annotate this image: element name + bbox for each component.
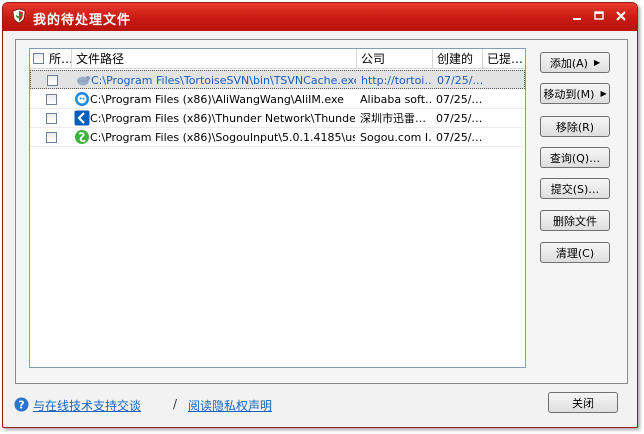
sogou-icon: [74, 129, 90, 145]
pending-files-window: 我的待处理文件 所… 文件路径 公司 创建的 已提… C:\Program Fi…: [2, 2, 638, 428]
created-date: 07/25/…: [436, 131, 482, 144]
help-icon[interactable]: ?: [14, 397, 29, 412]
aliwangwang-icon: [74, 91, 90, 107]
shield-icon: [11, 8, 27, 24]
title-bar[interactable]: 我的待处理文件: [3, 3, 637, 31]
clean-button[interactable]: 清理(C): [540, 242, 610, 263]
file-path: C:\Program Files (x86)\SogouInput\5.0.1.…: [90, 131, 355, 144]
submit-button[interactable]: 提交(S)…: [540, 178, 610, 199]
column-header-select[interactable]: 所…: [30, 49, 72, 69]
company: http://tortoi…: [361, 74, 433, 87]
move-to-button[interactable]: 移动到(M) ▶: [540, 83, 610, 104]
submitted: [486, 109, 525, 128]
submitted: [486, 90, 525, 109]
privacy-statement-link[interactable]: 阅读隐私权声明: [188, 397, 272, 414]
submitted: [486, 128, 525, 147]
arrow-right-icon: ▶: [600, 89, 607, 98]
created-date: 07/25/…: [436, 112, 482, 125]
column-header-created[interactable]: 创建的: [433, 49, 483, 69]
svg-text:?: ?: [18, 399, 24, 412]
file-path: C:\Program Files (x86)\Thunder Network\T…: [90, 112, 355, 125]
file-path: C:\Program Files\TortoiseSVN\bin\TSVNCac…: [91, 74, 356, 87]
table-row[interactable]: C:\Program Files (x86)\AliWangWang\AliIM…: [30, 90, 525, 109]
arrow-right-icon: ▶: [593, 58, 601, 67]
row-checkbox[interactable]: [46, 113, 57, 124]
maximize-icon[interactable]: [591, 9, 607, 23]
file-list[interactable]: 所… 文件路径 公司 创建的 已提… C:\Program Files\Tort…: [29, 48, 526, 368]
delete-file-button[interactable]: 删除文件: [540, 210, 610, 231]
close-icon[interactable]: [613, 9, 629, 23]
row-checkbox[interactable]: [46, 132, 57, 143]
table-row[interactable]: C:\Program Files (x86)\Thunder Network\T…: [30, 109, 525, 128]
window-title: 我的待处理文件: [33, 13, 132, 28]
list-header: 所… 文件路径 公司 创建的 已提…: [30, 49, 525, 69]
row-checkbox[interactable]: [47, 75, 58, 86]
company: 深圳市迅雷…: [360, 112, 426, 125]
footer-separator: /: [173, 397, 178, 411]
company: Alibaba soft…: [360, 93, 432, 106]
minimize-icon[interactable]: [569, 9, 585, 23]
created-date: 07/25/…: [436, 93, 482, 106]
thunder-icon: [74, 110, 90, 126]
column-header-path[interactable]: 文件路径: [72, 49, 357, 69]
remove-button[interactable]: 移除(R): [540, 116, 610, 137]
add-button[interactable]: 添加(A) ▶: [540, 52, 610, 73]
online-support-link[interactable]: 与在线技术支持交谈: [33, 397, 141, 414]
created-date: 07/25/…: [437, 74, 483, 87]
submitted: [487, 71, 525, 90]
close-button[interactable]: 关闭: [548, 392, 618, 413]
tortoise-svn-icon: [75, 72, 91, 88]
row-checkbox[interactable]: [46, 94, 57, 105]
table-row[interactable]: C:\Program Files\TortoiseSVN\bin\TSVNCac…: [30, 70, 525, 89]
select-all-checkbox[interactable]: [33, 53, 44, 64]
company: Sogou.com I…: [360, 131, 432, 144]
main-panel: 所… 文件路径 公司 创建的 已提… C:\Program Files\Tort…: [15, 39, 628, 384]
table-row[interactable]: C:\Program Files (x86)\SogouInput\5.0.1.…: [30, 128, 525, 147]
file-path: C:\Program Files (x86)\AliWangWang\AliIM…: [90, 93, 344, 106]
query-button[interactable]: 查询(Q)…: [540, 147, 610, 168]
column-header-submitted[interactable]: 已提…: [483, 49, 525, 69]
column-header-company[interactable]: 公司: [357, 49, 433, 69]
